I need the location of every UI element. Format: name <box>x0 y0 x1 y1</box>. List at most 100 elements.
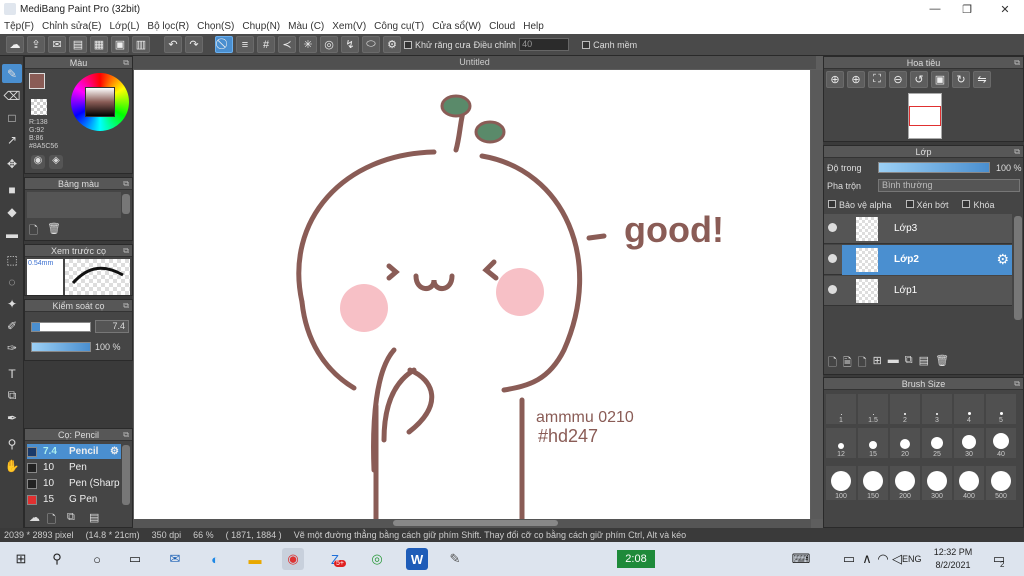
minimize-button[interactable]: — <box>918 0 952 18</box>
snap-circle-icon[interactable]: ◎ <box>320 36 338 53</box>
layer-settings-gear-icon[interactable]: ⚙ <box>996 251 1009 268</box>
brush-opacity-slider[interactable] <box>31 342 91 352</box>
brush-cloud-icon[interactable]: ☁ <box>29 511 40 524</box>
brush-item-pencil[interactable]: 7.4 Pencil ⚙ <box>27 444 121 459</box>
antialias-checkbox[interactable] <box>404 40 412 49</box>
pen-divide-icon[interactable]: ✒ <box>2 408 22 427</box>
select-eraser-icon[interactable]: ✑ <box>2 338 22 357</box>
brush-size-40[interactable]: 40 <box>986 428 1016 458</box>
zoom-in-icon[interactable]: ⊕ <box>826 71 844 88</box>
pin-icon[interactable]: ⧉ <box>1014 146 1020 158</box>
brush-size-3[interactable]: 3 <box>922 394 952 424</box>
divide-tool-icon[interactable]: ⧉ <box>2 386 22 405</box>
delete-layer-icon[interactable]: 🗑 <box>935 354 949 373</box>
brush-size-500[interactable]: 500 <box>986 466 1016 500</box>
menu-select[interactable]: Chọn(S) <box>193 21 238 32</box>
file-explorer-icon[interactable]: ▬ <box>244 548 266 570</box>
rotate-right-icon[interactable]: ↻ <box>952 71 970 88</box>
zoom-in-alt-icon[interactable]: ⊕ <box>847 71 865 88</box>
hand-tool-icon[interactable]: ✋ <box>2 456 22 475</box>
primary-color-swatch[interactable] <box>29 73 45 89</box>
material-icon[interactable]: ▣ <box>111 36 129 53</box>
new-page-icon[interactable]: 🗋 <box>29 222 38 241</box>
select-tool-icon[interactable]: ⬚ <box>2 250 22 269</box>
redo-icon[interactable]: ↷ <box>185 36 203 53</box>
brush-size-2[interactable]: 2 <box>890 394 920 424</box>
share-icon[interactable]: ⇪ <box>27 36 45 53</box>
brush-size-100[interactable]: 100 <box>826 466 856 500</box>
menu-snap[interactable]: Chụp(N) <box>238 21 284 32</box>
bucket-tool-icon[interactable]: ◆ <box>2 202 22 221</box>
menu-window[interactable]: Cửa sổ(W) <box>428 21 485 32</box>
snap-vanish-icon[interactable]: ≺ <box>278 36 296 53</box>
word-icon[interactable]: W <box>406 548 428 570</box>
restore-button[interactable]: ❐ <box>950 0 984 18</box>
notification-icon[interactable]: ▭ <box>988 548 1010 570</box>
chrome-icon[interactable]: ◉ <box>282 548 304 570</box>
menu-layer[interactable]: Lớp(L) <box>106 21 144 32</box>
color-wheel[interactable] <box>71 73 129 131</box>
brush-item-pen-sharp[interactable]: 10 Pen (Sharp <box>27 476 121 491</box>
medibang-icon[interactable]: ✎ <box>444 548 466 570</box>
gradient-tool-icon[interactable]: ▬ <box>2 224 22 243</box>
gear-icon[interactable]: ⚙ <box>110 446 119 457</box>
grid-icon[interactable]: ▥ <box>132 36 150 53</box>
eraser-tool-icon[interactable]: ⌫ <box>2 86 22 105</box>
visibility-icon[interactable] <box>828 285 837 294</box>
flip-icon[interactable]: ⇋ <box>973 71 991 88</box>
line-tool-icon[interactable]: ↗ <box>2 130 22 149</box>
search-icon[interactable]: ⚲ <box>46 548 68 570</box>
cortana-icon[interactable]: ○ <box>86 548 108 570</box>
navigator-thumbnail[interactable] <box>908 93 942 139</box>
pin-icon[interactable]: ⧉ <box>123 245 129 257</box>
navigator-viewport[interactable] <box>909 106 941 126</box>
app-green-icon[interactable]: ◎ <box>366 548 388 570</box>
clip-checkbox[interactable] <box>905 200 914 208</box>
pin-icon[interactable]: ⧉ <box>123 300 129 312</box>
snap-grid-icon[interactable]: # <box>257 36 275 53</box>
keyboard-icon[interactable]: ⌨ <box>790 548 812 570</box>
menu-edit[interactable]: Chỉnh sửa(E) <box>38 21 106 32</box>
layer-opacity-slider[interactable] <box>878 162 990 173</box>
brush-item-pen[interactable]: 10 Pen <box>27 460 121 475</box>
new-layer-icon[interactable]: 🗋 <box>828 354 837 373</box>
language-indicator[interactable]: ENG <box>902 554 922 564</box>
adjust-input[interactable]: 40 <box>519 38 570 51</box>
task-view-icon[interactable]: ▭ <box>124 548 146 570</box>
trash-icon[interactable]: 🗑 <box>47 222 61 235</box>
brush-size-5[interactable]: 5 <box>986 394 1016 424</box>
pin-icon[interactable]: ⧉ <box>1014 57 1020 69</box>
brush-size-400[interactable]: 400 <box>954 466 984 500</box>
document-icon[interactable]: ▦ <box>90 36 108 53</box>
snap-ellipse-icon[interactable]: ⬭ <box>362 36 380 53</box>
protect-alpha-checkbox[interactable] <box>828 200 836 208</box>
brush-size-30[interactable]: 30 <box>954 428 984 458</box>
magic-wand-icon[interactable]: ✦ <box>2 294 22 313</box>
rotate-left-icon[interactable]: ↺ <box>910 71 928 88</box>
brush-size-value[interactable]: 7.4 <box>95 320 129 333</box>
comment-icon[interactable]: ✉ <box>48 36 66 53</box>
brush-list-scrollbar[interactable] <box>122 445 130 505</box>
brush-size-200[interactable]: 200 <box>890 466 920 500</box>
fit-icon[interactable]: ⛶ <box>868 71 886 88</box>
canvas-horizontal-scrollbar[interactable] <box>133 519 811 528</box>
new-layer-1bit-icon[interactable]: 🗋 <box>858 354 867 373</box>
blend-select[interactable]: Bình thường <box>878 179 1020 192</box>
visibility-icon[interactable] <box>828 254 837 263</box>
lock-checkbox[interactable] <box>962 200 971 208</box>
canvas-vertical-scrollbar[interactable] <box>811 70 823 519</box>
brush-settings-icon[interactable]: ▤ <box>89 511 99 524</box>
folder-icon[interactable]: ▬ <box>888 354 899 373</box>
timer-widget[interactable]: 2:08 <box>617 550 655 568</box>
move-tool-icon[interactable]: ✥ <box>2 154 22 173</box>
new-layer-8bit-icon[interactable]: 🗎 <box>843 354 852 373</box>
brush-tool-icon[interactable]: ✎ <box>2 64 22 83</box>
clock[interactable]: 12:32 PM 8/2/2021 <box>928 546 978 572</box>
zoom-out-icon[interactable]: ⊖ <box>889 71 907 88</box>
color-square[interactable] <box>85 87 115 117</box>
cloud-icon[interactable]: ☁ <box>6 36 24 53</box>
brush-size-150[interactable]: 150 <box>858 466 888 500</box>
brush-item-g-pen[interactable]: 15 G Pen <box>27 492 121 507</box>
menu-filter[interactable]: Bộ lọc(R) <box>143 21 193 32</box>
layer-row-2[interactable]: Lớp2 ⚙ <box>824 245 1012 275</box>
